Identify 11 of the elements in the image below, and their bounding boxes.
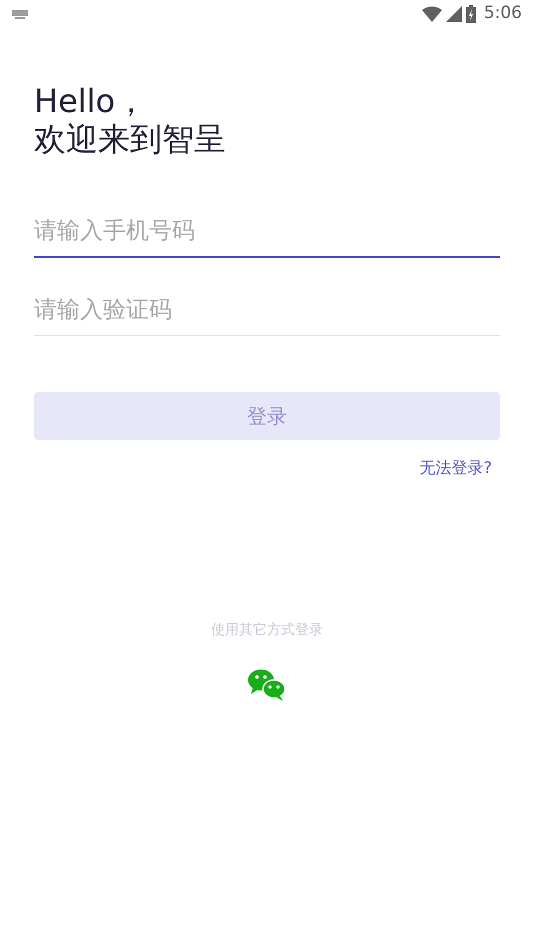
wechat-icon[interactable] (248, 669, 286, 701)
code-field[interactable]: 请输入验证码 (34, 284, 500, 336)
battery-icon (466, 5, 476, 23)
cannot-login-link[interactable]: 无法登录? (420, 456, 492, 480)
wifi-icon (422, 6, 442, 22)
clock-time: 5:06 (484, 2, 522, 26)
greeting-text: Hello， (34, 82, 148, 120)
keyboard-icon (12, 10, 28, 18)
greeting-text: 欢迎来到智呈 (34, 120, 227, 158)
phone-field[interactable]: 请输入手机号码 (34, 206, 500, 258)
signal-icon (446, 6, 462, 22)
